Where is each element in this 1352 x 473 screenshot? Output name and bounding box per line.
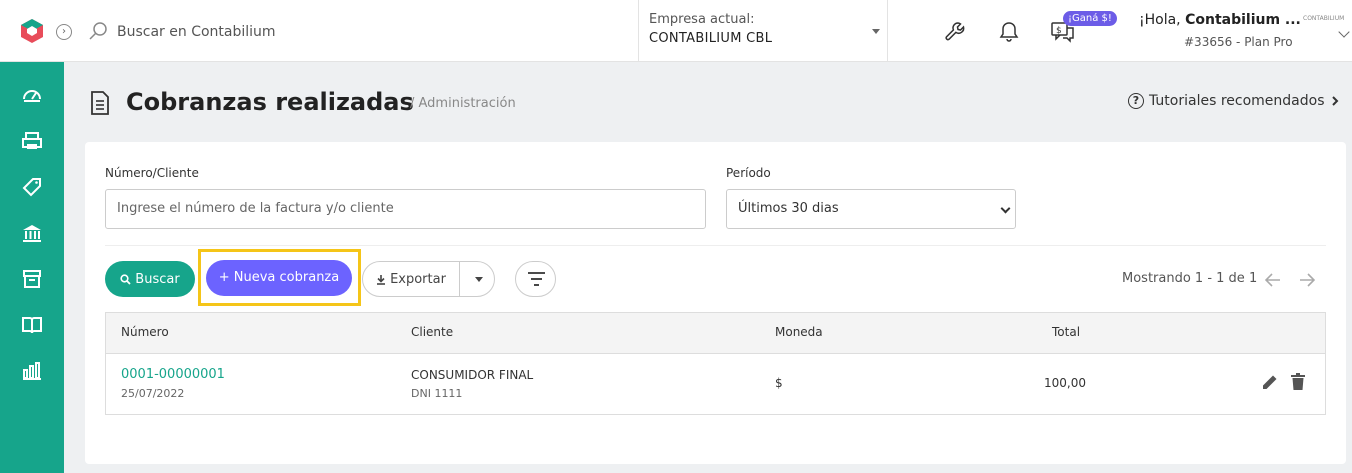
book-icon[interactable] [21, 314, 43, 336]
header-numero[interactable]: Número [121, 325, 169, 339]
search-input[interactable]: Buscar en Contabilium [117, 24, 276, 40]
caret-down-icon [872, 29, 880, 34]
row-documento: DNI 1111 [411, 387, 463, 400]
bell-icon[interactable] [999, 20, 1019, 44]
printer-icon[interactable] [21, 130, 43, 152]
cobranzas-table: Número Cliente Moneda Total 0001-0000000… [105, 312, 1326, 415]
row-fecha: 25/07/2022 [121, 387, 185, 400]
exportar-button-group: Exportar [362, 261, 495, 297]
top-bar: › Buscar en Contabilium Empresa actual: … [0, 0, 1352, 62]
document-icon [91, 91, 109, 115]
company-name: CONTABILIUM CBL [649, 31, 773, 46]
bank-icon[interactable] [21, 222, 43, 244]
edit-icon[interactable] [1261, 373, 1279, 391]
arrow-right-icon[interactable] [1299, 273, 1315, 287]
chevron-down-icon[interactable] [1338, 26, 1350, 38]
tutorials-label: Tutoriales recomendados [1149, 93, 1325, 109]
tutorials-link[interactable]: ? Tutoriales recomendados [1128, 93, 1340, 109]
search-icon [89, 22, 107, 40]
periodo-select[interactable]: Últimos 30 dias [726, 189, 1016, 229]
row-numero-link[interactable]: 0001-00000001 [121, 367, 225, 382]
wrench-icon[interactable] [944, 21, 966, 43]
download-icon [377, 274, 386, 285]
help-icon: ? [1128, 93, 1144, 109]
search-icon [120, 273, 131, 285]
numero-cliente-label: Número/Cliente [105, 166, 199, 180]
header-moneda[interactable]: Moneda [775, 325, 823, 339]
filters-card: Número/Cliente Ingrese el número de la f… [85, 142, 1346, 464]
page-title: Cobranzas realizadas [126, 88, 414, 116]
dashboard-icon[interactable] [21, 84, 43, 106]
row-cliente: CONSUMIDOR FINAL [411, 368, 534, 382]
table-header: Número Cliente Moneda Total [106, 313, 1325, 354]
buscar-button[interactable]: Buscar [105, 261, 195, 297]
chevron-down-icon [1000, 203, 1011, 214]
company-label: Empresa actual: [649, 12, 755, 27]
user-greeting[interactable]: ¡Hola, Contabilium ... [1139, 12, 1301, 28]
exportar-label: Exportar [390, 271, 446, 287]
expand-sidebar-button[interactable]: › [56, 24, 72, 40]
row-total: 100,00 [1044, 376, 1086, 390]
brand-mini-logo: CONTABILIUM [1303, 15, 1345, 22]
periodo-value: Últimos 30 dias [738, 201, 839, 216]
header-cliente[interactable]: Cliente [411, 325, 453, 339]
greeting-name: Contabilium ... [1185, 12, 1301, 28]
periodo-label: Período [726, 166, 771, 180]
pagination-info: Mostrando 1 - 1 de 1 [1122, 271, 1258, 286]
company-selector[interactable]: Empresa actual: CONTABILIUM CBL [638, 0, 888, 62]
numero-cliente-input[interactable]: Ingrese el número de la factura y/o clie… [105, 189, 706, 229]
chevron-right-icon [1331, 96, 1338, 106]
trash-icon[interactable] [1291, 373, 1305, 391]
contabilium-logo[interactable] [19, 18, 45, 44]
svg-text:$: $ [1056, 26, 1062, 36]
chart-icon[interactable] [21, 360, 43, 382]
divider [105, 245, 1326, 246]
caret-down-icon[interactable] [475, 277, 483, 282]
filter-button[interactable] [515, 261, 556, 297]
sidebar [0, 62, 64, 473]
nueva-cobranza-button[interactable]: + Nueva cobranza [206, 260, 352, 296]
exportar-button[interactable]: Exportar [363, 262, 460, 296]
box-icon[interactable] [21, 268, 43, 290]
arrow-left-icon[interactable] [1265, 273, 1281, 287]
filter-icon [528, 272, 545, 286]
account-plan: #33656 - Plan Pro [1184, 35, 1293, 49]
buscar-label: Buscar [135, 271, 180, 287]
promo-badge[interactable]: ¡Ganá $! [1063, 11, 1117, 26]
breadcrumb[interactable]: / Administración [410, 96, 516, 111]
tag-icon[interactable] [21, 176, 43, 198]
row-moneda: $ [775, 376, 783, 390]
header-total[interactable]: Total [1052, 325, 1080, 339]
greeting-prefix: ¡Hola, [1139, 12, 1186, 28]
